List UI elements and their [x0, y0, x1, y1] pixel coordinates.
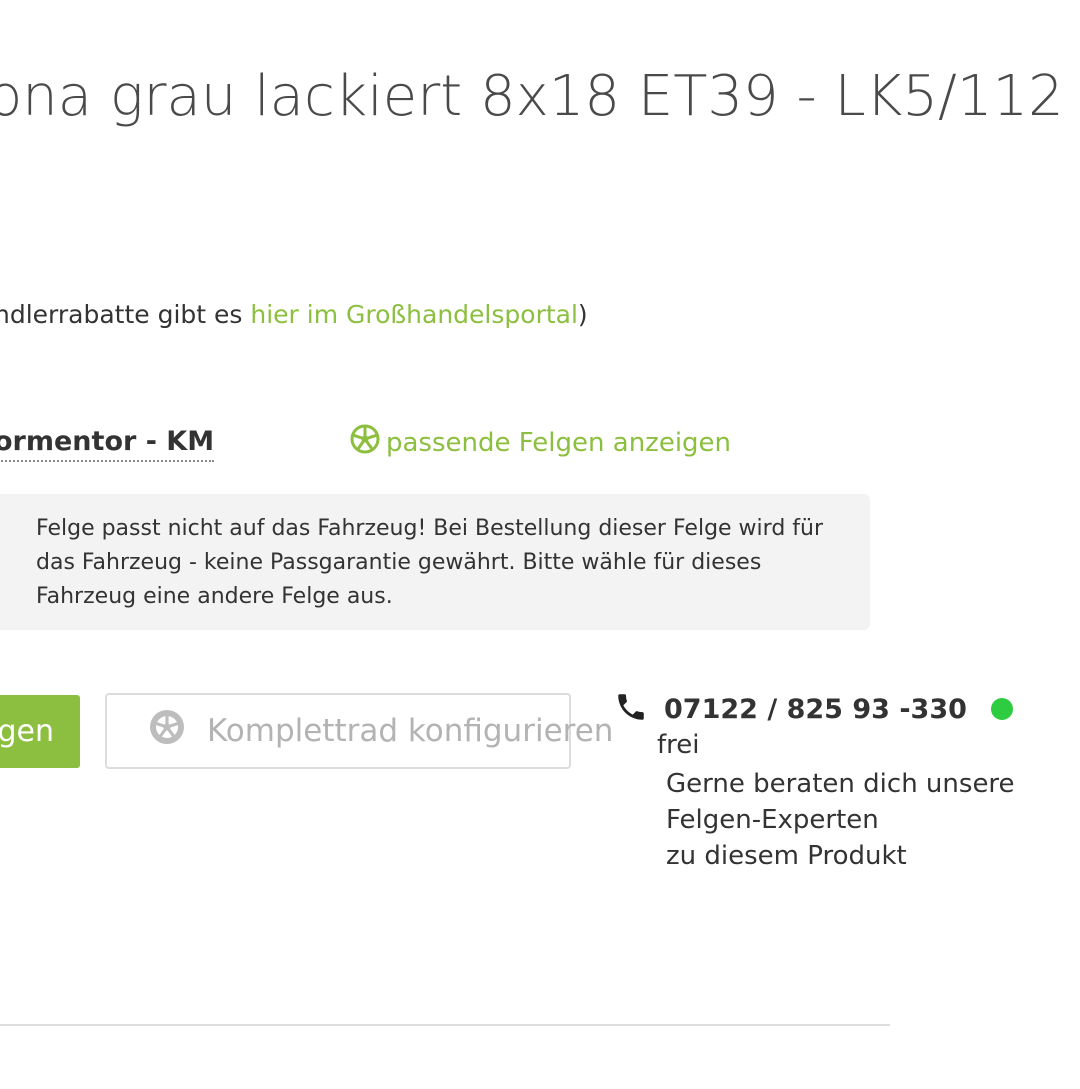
contact-box: 07122 / 825 93 -330 frei Gerne beraten d…: [614, 690, 1015, 871]
warning-text: Felge passt nicht auf das Fahrzeug! Bei …: [36, 516, 824, 609]
dealer-discount-note: ndlerrabatte gibt es hier im Großhandels…: [0, 300, 588, 329]
wholesale-portal-link[interactable]: hier im Großhandelsportal: [250, 300, 578, 329]
add-to-cart-label: gen: [0, 714, 54, 749]
fitment-warning: Felge passt nicht auf das Fahrzeug! Bei …: [0, 494, 870, 630]
availability-dot: [990, 698, 1013, 720]
wheel-icon: [149, 709, 185, 753]
phone-number-link[interactable]: 07122 / 825 93 -330: [664, 694, 967, 725]
availability-status: frei: [657, 730, 700, 760]
add-to-cart-button[interactable]: gen: [0, 695, 80, 768]
advice-line-2: Felgen-Experten: [666, 805, 879, 835]
configure-complete-wheel-button[interactable]: Komplettrad konfigurieren: [105, 693, 613, 769]
wheel-icon: [350, 424, 380, 461]
selected-vehicle[interactable]: ormentor - KM: [0, 424, 215, 462]
configure-label: Komplettrad konfigurieren: [207, 713, 614, 749]
show-matching-rims-link[interactable]: passende Felgen anzeigen: [350, 424, 731, 461]
advice-line-3: zu diesem Produkt: [666, 841, 907, 871]
advice-line-1: Gerne beraten dich unsere: [666, 769, 1015, 799]
dealer-note-prefix: ndlerrabatte gibt es: [0, 300, 251, 329]
dealer-note-suffix: ): [577, 300, 588, 329]
product-title: ona grau lackiert 8x18 ET39 - LK5/112: [0, 64, 1064, 129]
section-divider: [0, 1024, 890, 1026]
show-rims-label: passende Felgen anzeigen: [386, 427, 732, 458]
advice-text: Gerne beraten dich unsere Felgen-Experte…: [666, 766, 1015, 874]
phone-icon: [614, 690, 664, 728]
